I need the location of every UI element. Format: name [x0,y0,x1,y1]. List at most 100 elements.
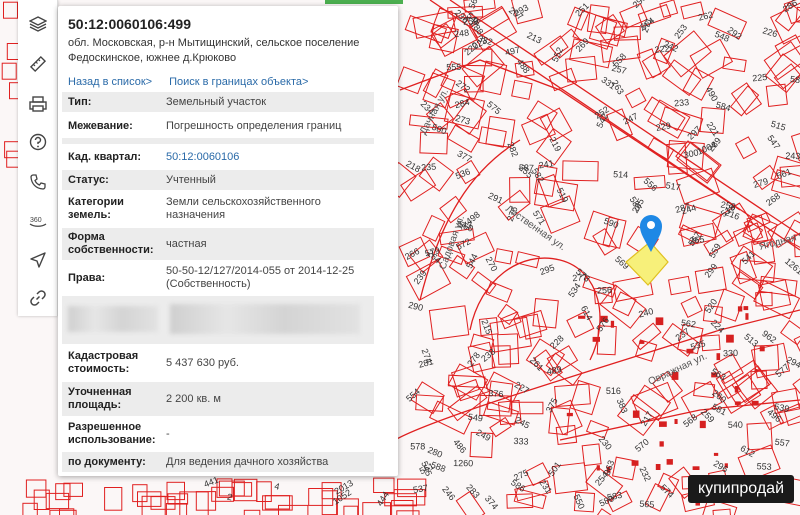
row-value: 5 437 630 руб. [166,356,239,369]
redacted-label [68,306,158,332]
parcel-number-label: 243 [785,151,800,162]
row-label: Кад. квартал: [68,150,142,163]
building [692,466,700,470]
info-row-permitted-use: Разрешенное использование: - [62,418,374,450]
parcel-number-label: 553 [756,461,772,472]
parcel-number-label: 235 [421,162,437,173]
row-value: частная [166,237,207,250]
row-value: 50-50-12/127/2014-055 от 2014-12-25 (Соб… [166,265,355,290]
info-row-spacer [62,138,374,144]
row-value: Для ведения дачного хозяйства [166,455,329,468]
row-label: Форма собственности: [68,231,154,256]
back-to-list-link[interactable]: Назад в список> [68,76,152,88]
building [592,336,600,342]
phone-icon[interactable] [26,170,50,194]
building [639,340,645,344]
row-value: Учтенный [166,173,216,186]
info-row-survey: Межевание: Погрешность определения грани… [62,114,374,138]
building [666,459,673,465]
row-label: Кадастровая стоимость: [68,350,139,375]
link-icon[interactable] [26,286,50,310]
info-row-ownership: Форма собственности: частная [62,228,374,260]
row-label: по документу: [68,455,146,468]
info-row-cadastral-quarter: Кад. квартал: 50:12:0060106 [62,146,374,168]
print-icon[interactable] [26,92,50,116]
building [659,421,667,427]
parcel-number-label: 549 [467,412,483,424]
help-icon[interactable] [26,130,50,154]
building [754,369,758,373]
parcel-number-label: 589 [790,74,800,86]
parcel-info-card: 50:12:0060106:499 обл. Московская, р-н М… [58,6,398,476]
parcel-number-label: 256 [597,285,613,296]
info-row-area: Уточненная площадь: 2 200 кв. м [62,382,374,416]
building [699,420,706,429]
parcel-number-label: 578 [410,442,425,452]
row-value: Земли сельскохозяйственного назначения [166,196,321,221]
map-toolbar: 360 [18,0,58,316]
layers-icon[interactable] [26,12,50,36]
building [610,320,615,328]
parcel-number-label: 540 [728,420,743,430]
row-label: Категории земель: [68,196,124,221]
search-in-bounds-link[interactable]: Поиск в границах объекта> [169,76,308,88]
parcel-number-label: 562 [680,318,696,330]
parcel-address: обл. Московская, р-н Мытищинский, сельск… [68,37,360,64]
row-label: Тип: [68,95,92,108]
building [631,460,639,466]
info-row-redacted [62,296,374,344]
info-row-by-document: по документу: Для ведения дачного хозяйс… [62,452,374,472]
building [759,346,765,352]
info-row-cadastral-value: Кадастровая стоимость: 5 437 630 руб. [62,346,374,380]
panorama-360-icon[interactable]: 360 [26,208,50,232]
row-value: Земельный участок [166,95,267,108]
card-links: Назад в список> Поиск в границах объекта… [68,76,308,88]
building [734,401,741,405]
info-row-status: Статус: Учтенный [62,170,374,190]
svg-text:360: 360 [30,217,42,224]
building [734,386,739,393]
parcel-number-label: 514 [613,169,629,180]
row-label: Статус: [68,173,109,186]
parcel-number-label: 248 [454,28,470,40]
building [674,419,678,424]
ruler-icon[interactable] [26,52,50,76]
parcel-number-label: 557 [774,437,790,449]
building [716,353,721,361]
building [745,313,749,320]
building [655,317,664,326]
building [751,400,759,406]
info-row-type: Тип: Земельный участок [62,92,374,112]
redacted-value [170,304,360,334]
row-label: Права: [68,271,106,284]
building [596,465,600,471]
parcel-number-label: 555 [446,62,461,73]
cadastral-number-title: 50:12:0060106:499 [68,16,191,32]
parcel-number-label: 330 [723,348,738,359]
parcel-number-label: 333 [513,436,529,447]
row-label: Межевание: [68,119,133,132]
parcel-number-label: 376 [488,388,504,399]
building [743,306,749,311]
cadastral-quarter-link[interactable]: 50:12:0060106 [162,146,374,168]
row-value: - [166,427,170,440]
info-row-land-category: Категории земель: Земли сельскохозяйстве… [62,192,374,226]
parcel-number-label: 516 [606,386,621,396]
top-accent-bar [325,0,403,4]
building [632,410,640,418]
row-label: Разрешенное использование: [68,421,156,446]
parcel-number-label: 587 [519,163,534,174]
building [713,452,719,456]
building [659,441,664,447]
row-value: Погрешность определения границ [166,119,342,132]
row-value: 2 200 кв. м [166,392,221,405]
building [655,464,661,470]
building [726,334,734,343]
parcel-number-label: 225 [752,72,768,84]
parcel-number-label: 233 [674,97,690,108]
building [566,412,573,417]
parcel-number-label: 1260 [453,458,473,468]
navigate-icon[interactable] [26,248,50,272]
watermark-logo: купипродай [687,475,794,503]
parcel-number-label: 565 [639,499,655,510]
